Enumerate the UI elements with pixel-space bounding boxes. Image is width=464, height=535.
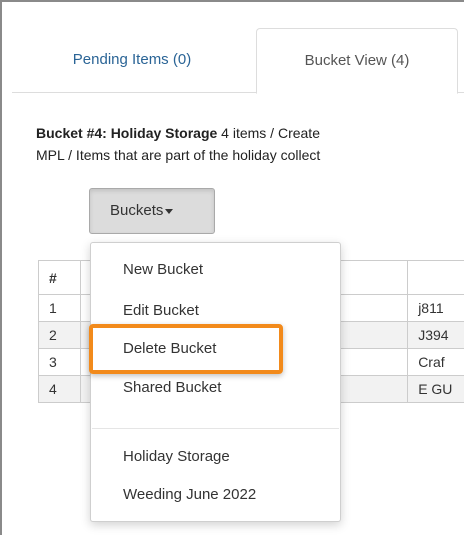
caret-down-icon (165, 208, 174, 214)
row-number: 1 (38, 294, 81, 322)
buckets-button-label: Buckets (110, 202, 164, 219)
delete-bucket-highlight (89, 324, 283, 374)
menu-item-bucket-holiday-storage[interactable]: Holiday Storage (123, 448, 230, 465)
bucket-summary: Bucket #4: Holiday Storage 4 items / Cre… (36, 125, 320, 141)
row-title[interactable]: j811 (407, 294, 464, 322)
bucket-title: Bucket #4: Holiday Storage (36, 125, 218, 141)
buckets-dropdown-button[interactable]: Buckets (89, 188, 215, 234)
row-number: 3 (38, 348, 81, 376)
row-number: 2 (38, 321, 81, 349)
row-title[interactable]: E GU (407, 375, 464, 403)
tab-pending-items[interactable]: Pending Items (0) (42, 28, 222, 92)
table-header-cell (407, 260, 464, 295)
tab-bar: Pending Items (0) Bucket View (4) (12, 28, 464, 94)
row-title[interactable]: Craf (407, 348, 464, 376)
tab-bucket-view[interactable]: Bucket View (4) (256, 28, 458, 94)
row-number: 4 (38, 375, 81, 403)
menu-divider (92, 428, 339, 429)
menu-item-edit-bucket[interactable]: Edit Bucket (123, 302, 199, 319)
row-title[interactable]: J394 (407, 321, 464, 349)
bucket-description: MPL / Items that are part of the holiday… (36, 147, 321, 163)
menu-item-new-bucket[interactable]: New Bucket (123, 261, 203, 278)
buckets-dropdown-menu: New Bucket Edit Bucket Delete Bucket Sha… (90, 242, 341, 522)
app-frame: Pending Items (0) Bucket View (4) Bucket… (0, 0, 464, 535)
menu-item-bucket-weeding-june-2022[interactable]: Weeding June 2022 (123, 486, 256, 503)
menu-item-shared-bucket[interactable]: Shared Bucket (123, 379, 221, 396)
bucket-meta: 4 items / Create (217, 125, 320, 141)
table-header-number: # (38, 260, 81, 295)
